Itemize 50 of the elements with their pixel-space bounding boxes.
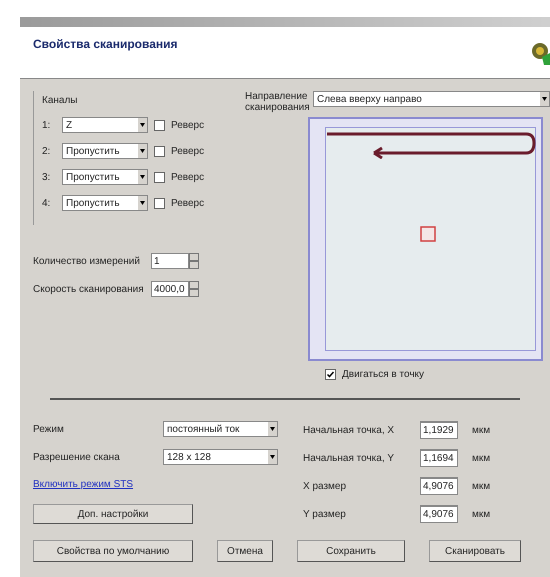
field-label: Начальная точка, X [303,424,396,438]
channel-number: 1: [42,118,52,132]
channel-select[interactable]: Z [62,117,148,133]
resolution-select[interactable]: 128 x 128 [163,449,278,465]
checkbox[interactable] [154,198,165,208]
input-field[interactable]: 1,1929 [420,421,458,439]
unit-label: мкм [472,424,490,438]
input-field[interactable]: 1,1694 [420,449,458,467]
checkbox-label: Реверс [171,118,204,132]
unit-label: мкм [472,452,490,466]
channel-number: 3: [42,170,52,184]
channel-select[interactable]: Пропустить [62,195,148,211]
checkbox[interactable] [154,120,165,130]
mode-select[interactable]: постоянный ток [163,421,278,437]
dialog-button[interactable]: Отмена [217,540,273,562]
dialog-button[interactable]: Сохранить [297,540,405,562]
field-label: Количество измерений [33,254,141,268]
checkbox-label: Реверс [171,144,204,158]
checkbox[interactable] [154,172,165,182]
spin-arrows-icon [189,281,199,297]
spin-field[interactable]: 1 [151,253,189,269]
spin-field[interactable]: 4000,0 [151,281,189,297]
field-label: Режим [33,422,65,436]
spin-arrows-icon [189,253,199,269]
field-label: Y размер [303,508,347,522]
channel-number: 2: [42,144,52,158]
checkbox-label: Реверс [171,170,204,184]
group-label: Каналы [42,94,78,108]
extra-settings-button[interactable]: Доп. настройки [33,504,193,524]
checkbox-label: Двигаться в точку [342,368,424,382]
channel-select[interactable]: Пропустить [62,143,148,159]
checkbox-label: Реверс [171,196,204,210]
dialog-title: Свойства сканирования [33,36,178,53]
field-label: Скорость сканирования [33,282,145,296]
field-label: Начальная точка, Y [303,452,396,466]
tip-marker-icon [420,226,436,242]
checkbox[interactable] [154,146,165,156]
unit-label: мкм [472,508,490,522]
field-label: Разрешение скана [33,450,121,464]
unit-label: мкм [472,480,490,494]
field-label: X размер [303,480,348,494]
input-field[interactable]: 4,9076 [420,477,458,495]
direction-select[interactable]: Слева вверху направо [313,91,550,107]
channel-number: 4: [42,196,52,210]
dialog-button[interactable]: Сканировать [429,540,521,562]
sts-link[interactable]: Включить режим STS [33,477,134,492]
input-field[interactable]: 4,9076 [420,505,458,523]
dialog-button[interactable]: Свойства по умолчанию [33,540,193,562]
checkbox[interactable] [325,369,336,380]
channel-select[interactable]: Пропустить [62,169,148,185]
